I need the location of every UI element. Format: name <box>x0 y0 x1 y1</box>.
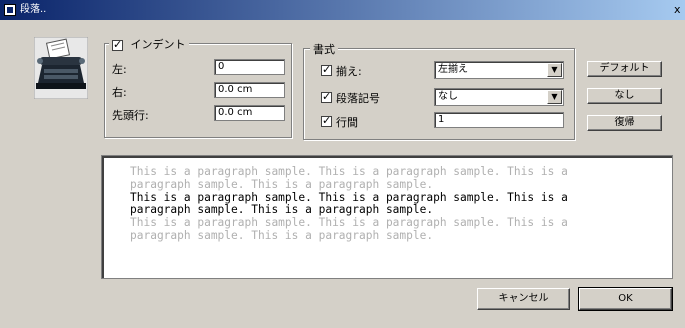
align-checkbox[interactable] <box>321 63 332 76</box>
default-button[interactable]: デフォルト <box>587 61 662 77</box>
align-value: 左揃え <box>438 64 468 75</box>
spacing-label: 行間 <box>336 116 358 129</box>
preview-line: paragraph sample. This is a paragraph sa… <box>130 177 434 191</box>
preview-line: This is a paragraph sample. This is a pa… <box>130 165 568 178</box>
indent-label: インデント <box>130 38 186 51</box>
none-button[interactable]: なし <box>587 88 662 104</box>
cancel-button[interactable]: キャンセル <box>477 288 570 310</box>
left-indent-label: 左: <box>112 63 127 76</box>
window-title: 段落.. <box>20 4 47 15</box>
paragraph-preview: This is a paragraph sample. This is a pa… <box>101 155 673 279</box>
window-icon <box>4 4 16 16</box>
spacing-input[interactable]: 1 <box>434 112 564 128</box>
ok-button[interactable]: OK <box>578 287 673 311</box>
title-bar[interactable]: 段落.. x <box>0 0 685 20</box>
indent-checkbox[interactable] <box>112 38 123 51</box>
typewriter-icon <box>34 37 88 99</box>
restore-button[interactable]: 復帰 <box>587 115 662 131</box>
preview-line: paragraph sample. This is a paragraph sa… <box>130 228 434 242</box>
close-icon[interactable]: x <box>674 2 685 18</box>
align-label: 揃え: <box>336 65 362 78</box>
bullet-value: なし <box>438 91 458 102</box>
chevron-down-icon[interactable]: ▼ <box>547 90 562 104</box>
spacing-checkbox[interactable] <box>321 114 332 127</box>
left-indent-input[interactable]: 0 <box>214 59 285 75</box>
bullet-checkbox[interactable] <box>321 90 332 103</box>
bullet-label: 段落記号 <box>336 92 380 105</box>
indent-legend: インデント <box>109 36 189 52</box>
right-indent-input[interactable]: 0.0 cm <box>214 82 285 98</box>
chevron-down-icon[interactable]: ▼ <box>547 63 562 77</box>
align-select[interactable]: 左揃え ▼ <box>434 61 564 79</box>
paragraph-dialog: 段落.. x インデント 左: 0 右: 0.0 cm 先頭行: 0.0 cm … <box>0 0 685 328</box>
first-line-label: 先頭行: <box>112 109 149 122</box>
first-line-input[interactable]: 0.0 cm <box>214 105 285 121</box>
bullet-select[interactable]: なし ▼ <box>434 88 564 106</box>
format-legend: 書式 <box>310 41 338 57</box>
right-indent-label: 右: <box>112 86 127 99</box>
